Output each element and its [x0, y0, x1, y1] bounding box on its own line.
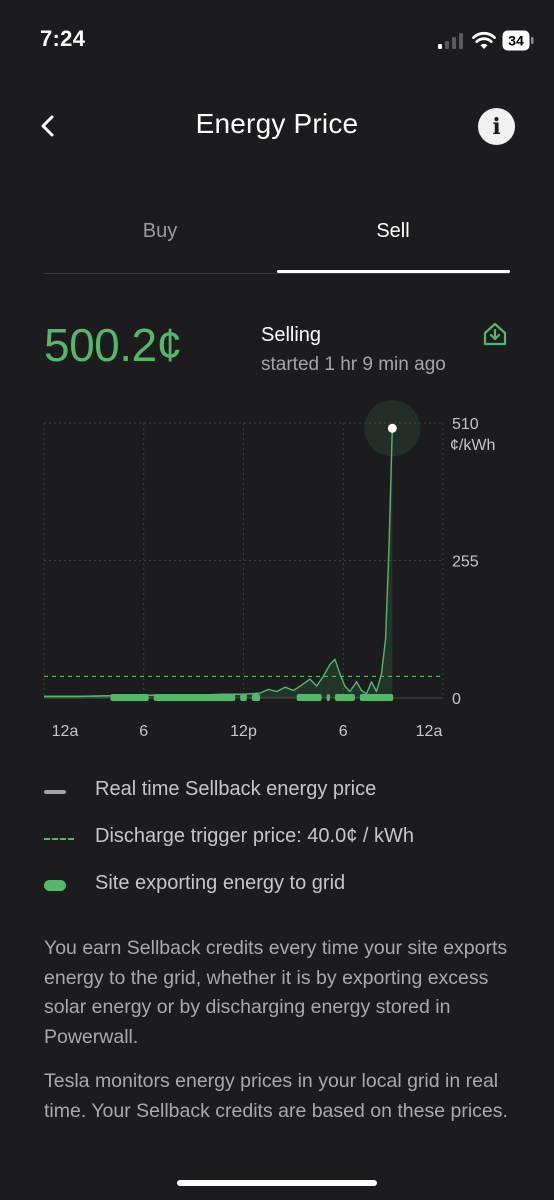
current-value-point [387, 423, 397, 433]
export-interval-bar [110, 694, 149, 701]
export-interval-bar [334, 694, 355, 701]
legend-item-export: Site exporting energy to grid [44, 872, 514, 902]
price-line [44, 428, 393, 698]
wifi-icon [472, 31, 496, 49]
export-interval-bar [251, 694, 261, 701]
legend-swatch-trigger [44, 838, 74, 840]
description-paragraph-2: Tesla monitors energy prices in your loc… [44, 1070, 508, 1122]
export-interval-bar [153, 694, 236, 701]
home-export-icon [483, 322, 507, 346]
battery-icon: 34 [502, 30, 534, 51]
x-tick-label: 12a [416, 723, 443, 740]
y-tick-label: 255 [452, 554, 479, 571]
y-unit-label: ¢/kWh [450, 437, 495, 454]
legend-item-price: Real time Sellback energy price [44, 778, 514, 808]
info-icon: i [492, 113, 501, 140]
export-interval-bar [326, 694, 330, 701]
price-area [44, 428, 393, 698]
x-tick-label: 12p [230, 723, 257, 740]
signal-icon [438, 33, 463, 49]
current-price: 500.2¢ [44, 319, 182, 371]
legend-swatch-export [44, 880, 66, 891]
legend-label-export: Site exporting energy to grid [95, 872, 346, 894]
y-tick-label: 510 [452, 416, 479, 433]
energy-price-chart: 510 255 0 ¢/kWh 12a 6 12p 6 12a [43, 400, 495, 740]
info-button[interactable]: i [478, 108, 515, 145]
y-tick-label: 0 [452, 691, 461, 708]
x-tick-label: 6 [139, 723, 148, 740]
tab-selected-indicator [277, 270, 510, 273]
legend-swatch-price [44, 790, 66, 794]
legend-label-price: Real time Sellback energy price [95, 778, 377, 800]
description-paragraph-1: You earn Sellback credits every time you… [44, 937, 508, 1048]
export-interval-bar [359, 694, 394, 701]
battery-level: 34 [508, 33, 524, 49]
tab-divider [44, 273, 510, 274]
legend-label-trigger: Discharge trigger price: 40.0¢ / kWh [95, 825, 415, 847]
x-tick-label: 12a [52, 723, 79, 740]
export-interval-bar [240, 694, 247, 701]
status-subtitle: started 1 hr 9 min ago [261, 354, 446, 375]
export-interval-bar [296, 694, 322, 701]
page-title: Energy Price [195, 108, 359, 139]
status-time: 7:24 [40, 26, 86, 51]
status-title: Selling [261, 324, 322, 346]
tab-sell[interactable]: Sell [277, 220, 509, 243]
home-indicator[interactable] [177, 1180, 377, 1186]
legend-item-trigger: Discharge trigger price: 40.0¢ / kWh [44, 825, 514, 855]
x-tick-label: 6 [339, 723, 348, 740]
tab-buy[interactable]: Buy [44, 220, 276, 243]
